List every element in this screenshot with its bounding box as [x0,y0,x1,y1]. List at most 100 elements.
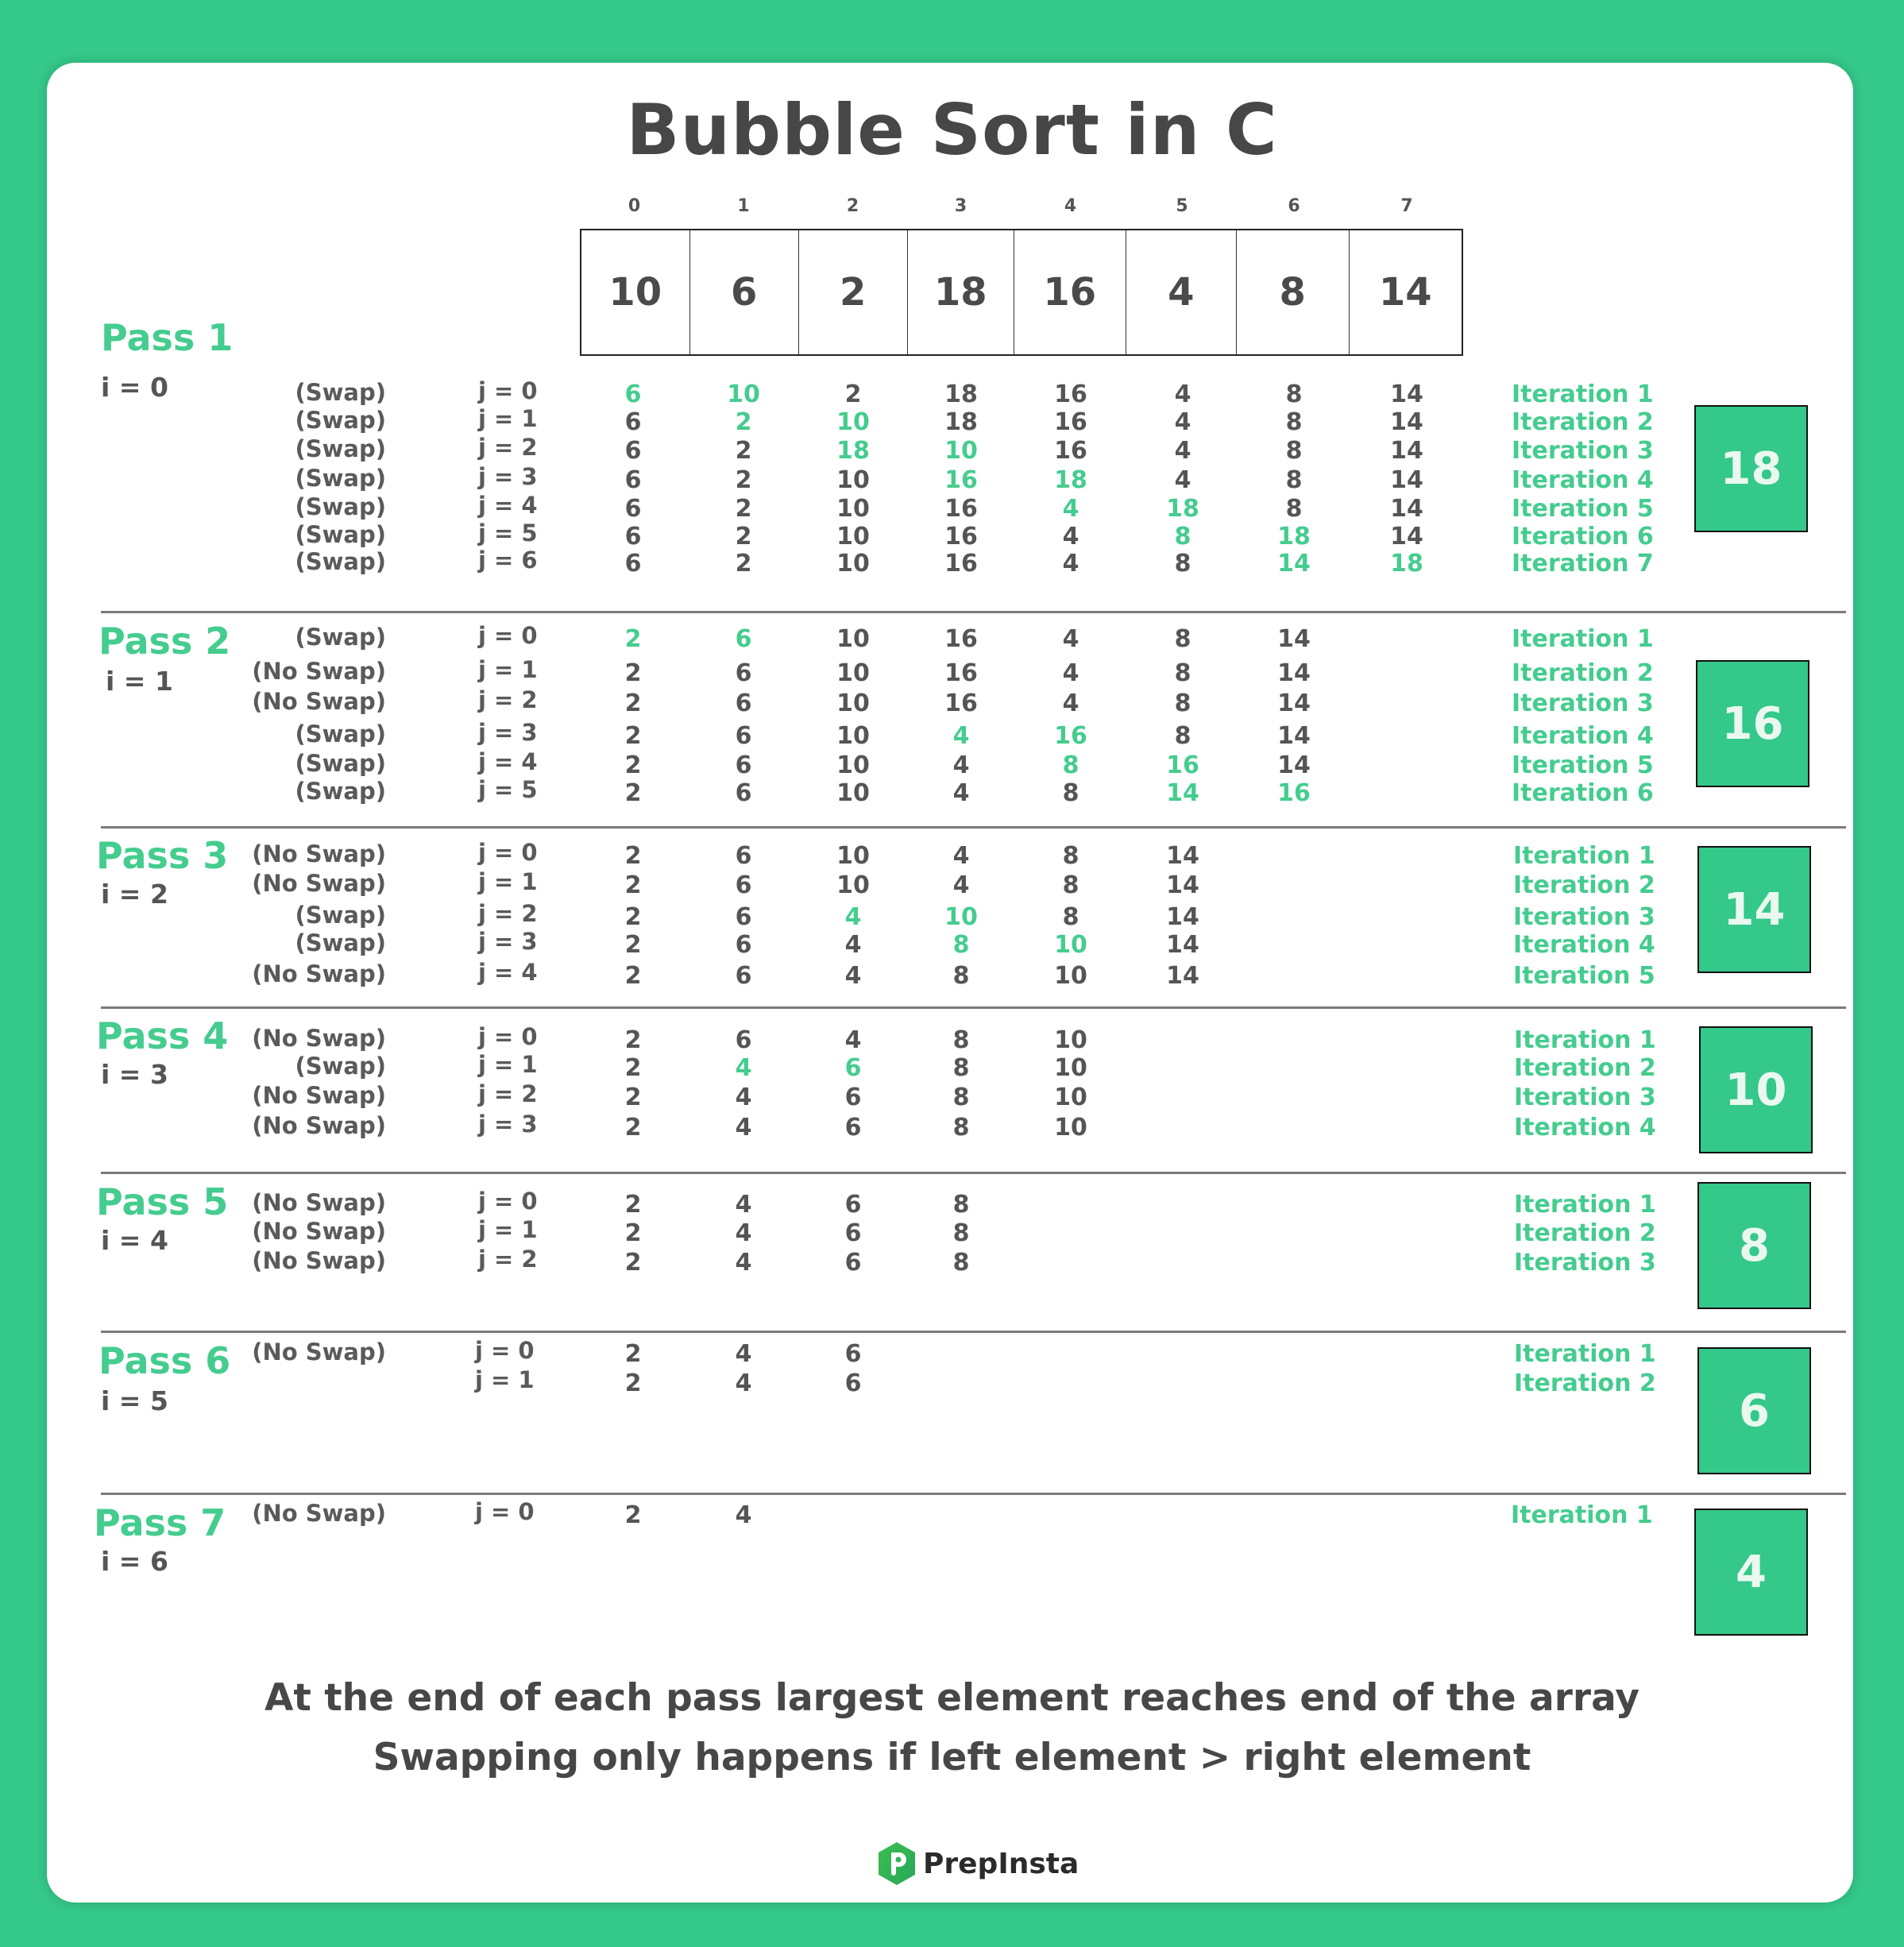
array-value: 6 [735,690,752,717]
pass-title-4: Pass 4 [96,1014,229,1057]
array-value: 8 [952,1249,970,1277]
array-value: 6 [624,523,642,550]
swap-label: (Swap) [295,407,386,434]
array-value: 10 [836,690,870,717]
array-value: 16 [1054,408,1087,436]
array-value: 14 [1390,437,1423,465]
array-value: 6 [735,659,752,687]
array-value: 10 [836,722,870,750]
array-cell: 16 [1014,230,1126,354]
no-swap-label: (No Swap) [252,1189,386,1216]
iteration-label: Iteration 2 [1513,871,1655,899]
j-value: j = 0 [478,377,538,404]
array-value: 4 [1062,523,1079,550]
no-swap-label: (No Swap) [252,1247,386,1274]
iteration-label: Iteration 5 [1512,495,1654,523]
array-value: 2 [624,1219,642,1247]
no-swap-label: (No Swap) [252,840,386,867]
array-value: 2 [844,381,862,408]
j-value: j = 1 [478,405,538,432]
initial-array: 10 6 2 18 16 4 8 14 [580,229,1463,356]
array-value: 4 [844,962,862,990]
iteration-label: Iteration 2 [1514,1219,1656,1247]
array-value: 2 [624,690,642,717]
array-value: 16 [944,659,978,687]
array-value: 14 [1166,962,1199,990]
array-value: 10 [1054,1114,1087,1142]
j-value: j = 2 [478,900,538,927]
iteration-label: Iteration 6 [1512,779,1654,807]
array-value: 14 [1277,659,1311,687]
array-value: 4 [1174,408,1191,436]
logo-text: PrepInsta [923,1847,1079,1880]
array-value: 2 [624,962,642,990]
array-value: 2 [624,842,642,870]
prepinsta-logo: PrepInsta [877,1841,1079,1886]
array-value: 4 [952,871,970,899]
array-value: 6 [844,1114,862,1142]
array-cell: 8 [1237,230,1350,354]
array-value: 18 [944,381,978,408]
iteration-label: Iteration 1 [1514,1026,1656,1054]
swapped-value: 6 [844,1054,862,1082]
array-value: 4 [952,751,970,779]
array-value: 4 [1062,550,1079,578]
swapped-value: 14 [1166,779,1199,807]
array-index-label: 5 [1176,196,1188,216]
iteration-label: Iteration 3 [1514,1084,1656,1111]
array-value: 8 [1174,550,1191,578]
array-value: 8 [952,1084,970,1111]
j-value: j = 2 [478,434,538,461]
j-value: j = 0 [478,1188,538,1215]
array-value: 8 [1174,722,1191,750]
no-swap-label: (No Swap) [252,1025,386,1052]
j-value: j = 5 [478,776,538,803]
j-value: j = 2 [478,686,538,713]
array-value: 2 [624,1114,642,1142]
array-value: 14 [1166,931,1199,959]
array-value: 2 [624,1340,642,1368]
array-value: 10 [836,659,870,687]
swapped-value: 4 [735,1054,752,1082]
iteration-label: Iteration 7 [1512,550,1654,578]
array-value: 10 [836,550,870,578]
array-index-label: 4 [1064,196,1077,216]
array-value: 2 [624,903,642,931]
swapped-value: 18 [1054,466,1087,494]
array-value: 2 [624,1369,642,1397]
array-value: 4 [844,931,862,959]
j-value: j = 3 [478,1111,538,1138]
array-value: 6 [624,408,642,436]
j-value: j = 1 [475,1366,535,1393]
j-value: j = 1 [478,1051,538,1078]
swapped-value: 18 [1390,550,1423,578]
swapped-value: 14 [1277,550,1311,578]
array-value: 8 [1285,381,1303,408]
pass-3-sorted-element: 14 [1697,846,1811,973]
pass-title-2: Pass 2 [98,620,231,663]
array-value: 16 [944,690,978,717]
swapped-value: 18 [836,437,870,465]
array-value: 10 [836,523,870,550]
swap-label: (Swap) [295,720,386,748]
swapped-value: 10 [836,408,870,436]
j-value: j = 2 [478,1080,538,1107]
array-value: 8 [1285,437,1303,465]
pass-separator [101,1493,1846,1495]
j-value: j = 3 [478,928,538,955]
array-value: 8 [952,1054,970,1082]
array-value: 10 [1054,1084,1087,1111]
array-value: 6 [735,1026,752,1054]
j-value: j = 3 [478,719,538,746]
swapped-value: 16 [1166,751,1199,779]
array-index-label: 2 [846,196,859,216]
iteration-label: Iteration 2 [1514,1369,1656,1397]
array-value: 4 [1062,625,1079,653]
array-value: 16 [944,523,978,550]
j-value: j = 1 [478,868,538,895]
array-value: 2 [624,779,642,807]
pass-6-sorted-element: 6 [1697,1347,1811,1474]
swapped-value: 16 [1277,779,1311,807]
array-value: 2 [735,495,752,523]
swap-label: (Swap) [295,750,386,777]
